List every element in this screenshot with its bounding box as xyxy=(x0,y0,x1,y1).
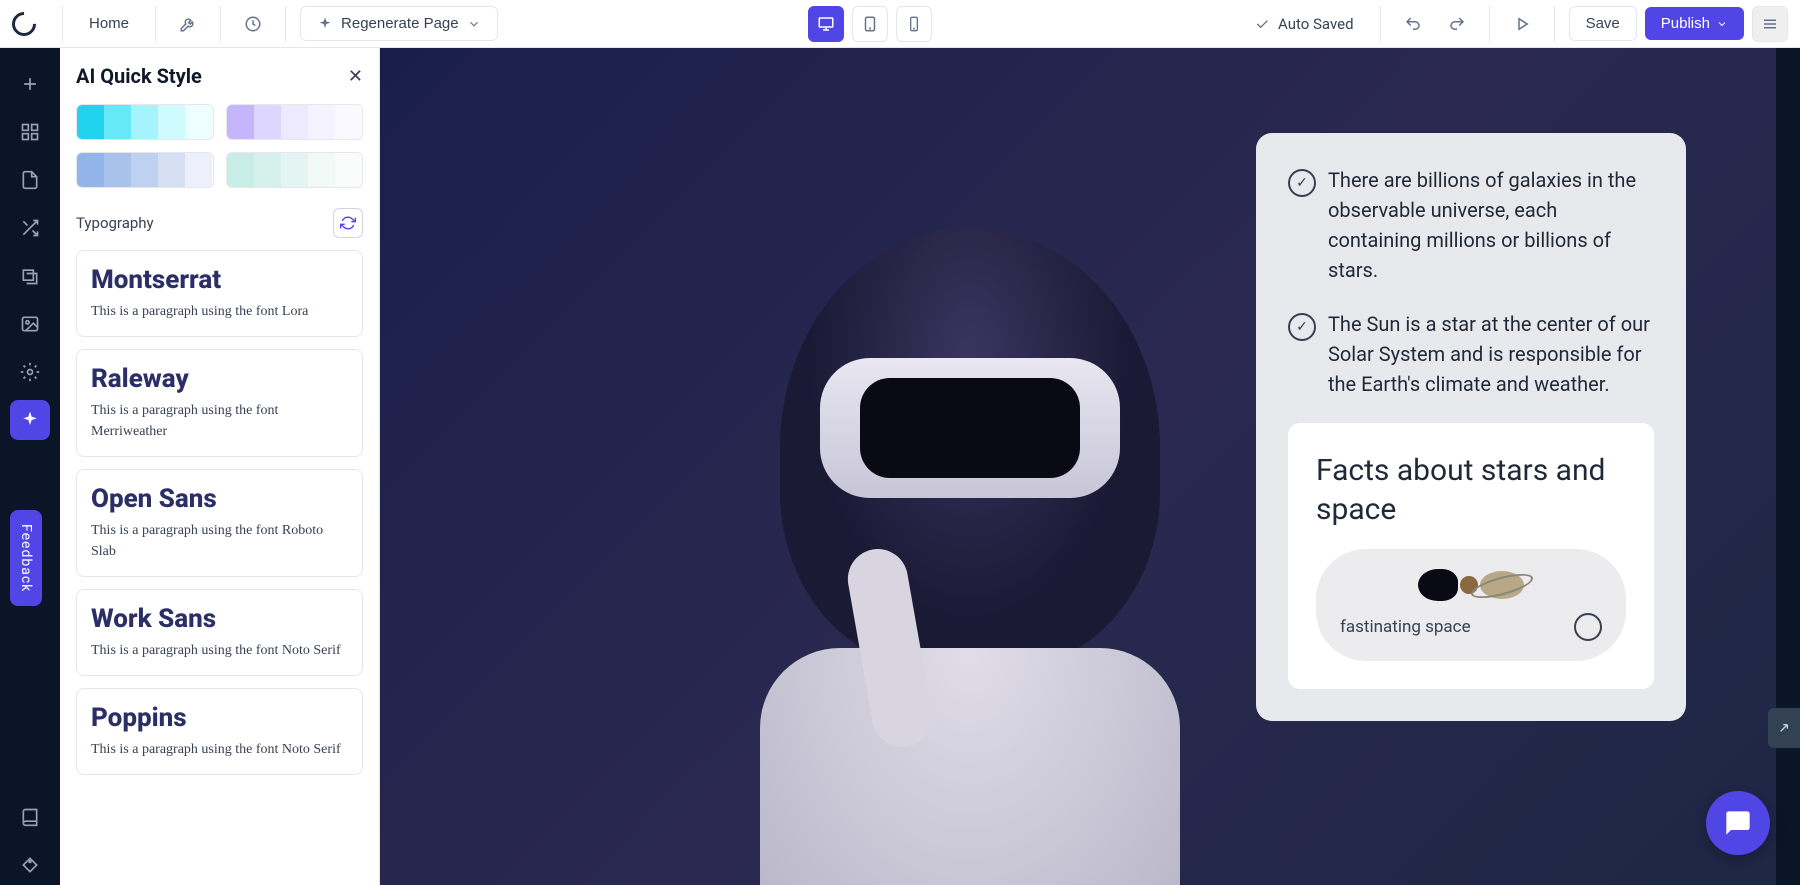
typography-heading: Typography xyxy=(76,214,154,232)
font-option-card[interactable]: Montserrat This is a paragraph using the … xyxy=(76,250,363,337)
font-option-card[interactable]: Raleway This is a paragraph using the fon… xyxy=(76,349,363,457)
content-card[interactable]: There are billions of galaxies in the ob… xyxy=(1256,133,1686,721)
caption-text: fastinating space xyxy=(1340,617,1471,637)
settings-tool[interactable] xyxy=(10,352,50,392)
regenerate-label: Regenerate Page xyxy=(341,15,459,32)
app-logo xyxy=(7,7,41,41)
fact-text: There are billions of galaxies in the ob… xyxy=(1328,165,1654,285)
feedback-tab[interactable]: Feedback xyxy=(10,510,42,606)
ai-style-tool[interactable] xyxy=(10,400,50,440)
left-rail xyxy=(0,48,60,885)
expand-right-tab[interactable] xyxy=(1768,708,1800,748)
autosaved-label: Auto Saved xyxy=(1278,15,1354,33)
redo-button[interactable] xyxy=(1439,6,1475,42)
color-palette-option[interactable] xyxy=(226,152,364,188)
check-icon xyxy=(1254,16,1270,32)
inner-card-title: Facts about stars and space xyxy=(1316,451,1626,529)
color-palette-option[interactable] xyxy=(76,104,214,140)
regenerate-page-button[interactable]: Regenerate Page xyxy=(300,6,498,41)
publish-button[interactable]: Publish xyxy=(1645,7,1744,40)
refresh-typography-button[interactable] xyxy=(333,208,363,238)
tag-tool[interactable] xyxy=(10,845,50,885)
inner-card[interactable]: Facts about stars and space fastinating … xyxy=(1288,423,1654,689)
font-option-card[interactable]: Poppins This is a paragraph using the fon… xyxy=(76,688,363,775)
home-button[interactable]: Home xyxy=(77,9,141,38)
add-tool[interactable] xyxy=(10,64,50,104)
planet-graphic-box: fastinating space xyxy=(1316,549,1626,661)
font-name: Open Sans xyxy=(91,484,348,514)
fact-item: The Sun is a star at the center of our S… xyxy=(1288,309,1654,399)
pages-tool[interactable] xyxy=(10,160,50,200)
image-tool[interactable] xyxy=(10,304,50,344)
publish-label: Publish xyxy=(1661,15,1710,32)
tablet-view-button[interactable] xyxy=(852,6,888,42)
autosaved-status: Auto Saved xyxy=(1242,15,1366,33)
panel-title: AI Quick Style xyxy=(76,64,202,88)
check-circle-icon xyxy=(1288,313,1316,341)
save-button[interactable]: Save xyxy=(1569,6,1637,41)
circle-indicator xyxy=(1574,613,1602,641)
planets-illustration xyxy=(1418,569,1524,601)
font-name: Poppins xyxy=(91,703,348,733)
font-name: Work Sans xyxy=(91,604,348,634)
page-preview[interactable]: There are billions of galaxies in the ob… xyxy=(380,48,1776,885)
save-label: Save xyxy=(1586,15,1620,32)
feedback-label: Feedback xyxy=(18,524,34,592)
topbar: Home Regenerate Page Auto Saved xyxy=(0,0,1800,48)
font-name: Montserrat xyxy=(91,265,348,295)
fact-item: There are billions of galaxies in the ob… xyxy=(1288,165,1654,285)
font-sample-text: This is a paragraph using the font Noto … xyxy=(91,739,348,760)
history-icon[interactable] xyxy=(235,6,271,42)
layers-tool[interactable] xyxy=(10,256,50,296)
color-palette-option[interactable] xyxy=(76,152,214,188)
sparkle-icon xyxy=(317,16,333,32)
desktop-view-button[interactable] xyxy=(808,6,844,42)
font-sample-text: This is a paragraph using the font Lora xyxy=(91,301,348,322)
shuffle-tool[interactable] xyxy=(10,208,50,248)
wrench-icon[interactable] xyxy=(170,6,206,42)
close-panel-button[interactable]: ✕ xyxy=(348,66,363,87)
chevron-down-icon xyxy=(1716,18,1728,30)
font-name: Raleway xyxy=(91,364,348,394)
chevron-down-icon xyxy=(467,17,481,31)
font-option-card[interactable]: Open Sans This is a paragraph using the f… xyxy=(76,469,363,577)
check-circle-icon xyxy=(1288,169,1316,197)
chat-fab[interactable] xyxy=(1706,791,1770,855)
font-sample-text: This is a paragraph using the font Merri… xyxy=(91,400,348,442)
menu-button[interactable] xyxy=(1752,6,1788,42)
undo-button[interactable] xyxy=(1395,6,1431,42)
font-option-card[interactable]: Work Sans This is a paragraph using the f… xyxy=(76,589,363,676)
font-sample-text: This is a paragraph using the font Robot… xyxy=(91,520,348,562)
preview-button[interactable] xyxy=(1504,6,1540,42)
fact-text: The Sun is a star at the center of our S… xyxy=(1328,309,1654,399)
ai-quick-style-panel: AI Quick Style ✕ Typography Montserrat Th… xyxy=(60,48,380,885)
home-label: Home xyxy=(89,15,129,32)
mobile-view-button[interactable] xyxy=(896,6,932,42)
color-palette-option[interactable] xyxy=(226,104,364,140)
canvas[interactable]: There are billions of galaxies in the ob… xyxy=(380,48,1800,885)
widgets-tool[interactable] xyxy=(10,112,50,152)
docs-tool[interactable] xyxy=(10,797,50,837)
font-sample-text: This is a paragraph using the font Noto … xyxy=(91,640,348,661)
